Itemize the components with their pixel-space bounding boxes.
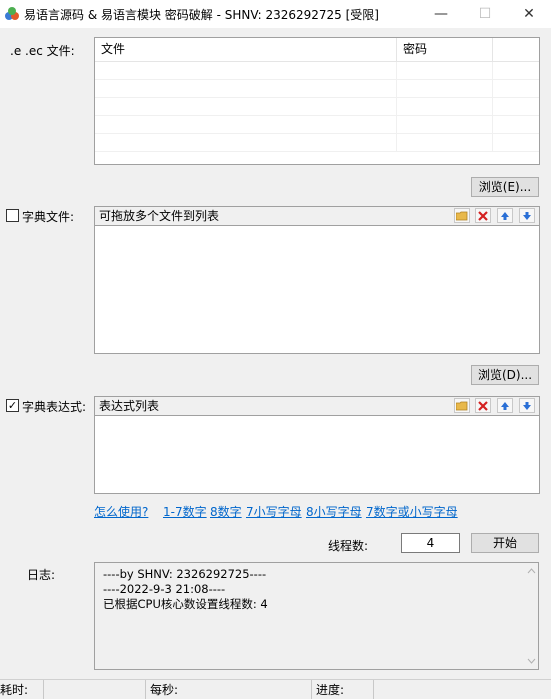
column-file[interactable]: 文件 <box>95 38 397 62</box>
expr-delete-button[interactable] <box>475 398 491 413</box>
dict-delete-button[interactable] <box>475 208 491 223</box>
thread-count-input[interactable]: 4 <box>401 533 460 553</box>
delete-icon <box>478 210 488 221</box>
link-7-lowercase[interactable]: 7小写字母 <box>246 503 302 520</box>
log-line: 已根据CPU核心数设置线程数: 4 <box>103 597 268 611</box>
move-up-icon <box>501 401 509 410</box>
app-icon <box>5 7 19 20</box>
scroll-arrows-icon <box>527 568 536 664</box>
dict-up-button[interactable] <box>497 208 513 223</box>
minimize-icon: — <box>434 6 448 22</box>
expr-list[interactable] <box>94 416 540 494</box>
list-row <box>95 62 539 80</box>
status-per-second: 每秒: <box>146 680 312 699</box>
column-filler <box>493 38 539 62</box>
link-how-to-use[interactable]: 怎么使用? <box>94 503 148 520</box>
log-line: ----by SHNV: 2326292725---- <box>103 567 267 581</box>
link-7-digit-or-lowercase[interactable]: 7数字或小写字母 <box>366 503 458 520</box>
link-8-lowercase[interactable]: 8小写字母 <box>306 503 362 520</box>
expr-down-button[interactable] <box>519 398 535 413</box>
dict-file-list[interactable] <box>94 226 540 354</box>
maximize-icon: ☐ <box>478 6 492 22</box>
dict-down-button[interactable] <box>519 208 535 223</box>
log-textarea[interactable]: ----by SHNV: 2326292725---- ----2022-9-3… <box>94 562 539 670</box>
move-up-icon <box>501 211 509 220</box>
list-row <box>95 80 539 98</box>
expr-list-title: 表达式列表 <box>99 399 160 413</box>
status-progress-value <box>374 680 551 699</box>
status-elapsed-value <box>44 680 146 699</box>
log-label: 日志: <box>27 568 56 582</box>
move-down-icon <box>523 401 531 410</box>
browse-e-button[interactable]: 浏览(E)... <box>471 177 539 197</box>
link-8-digits[interactable]: 8数字 <box>210 503 242 520</box>
dict-expr-checkbox[interactable]: ✓ <box>6 399 19 412</box>
thread-count-label: 线程数: <box>328 539 369 553</box>
status-progress: 进度: <box>312 680 374 699</box>
list-row <box>95 98 539 116</box>
window-title: 易语言源码 & 易语言模块 密码破解 - SHNV: 2326292725 [受… <box>24 8 379 22</box>
close-button[interactable]: ✕ <box>507 0 551 28</box>
start-button[interactable]: 开始 <box>471 533 539 553</box>
maximize-button: ☐ <box>463 0 507 28</box>
expr-add-button[interactable] <box>454 398 470 413</box>
log-line: ----2022-9-3 21:08---- <box>103 582 226 596</box>
expr-list-header: 表达式列表 <box>94 396 540 416</box>
title-bar[interactable]: 易语言源码 & 易语言模块 密码破解 - SHNV: 2326292725 [受… <box>0 0 551 28</box>
close-icon: ✕ <box>523 6 535 22</box>
dict-file-label: 字典文件: <box>22 210 75 224</box>
dict-list-header: 可拖放多个文件到列表 <box>94 206 540 226</box>
status-bar: 耗时: 每秒: 进度: <box>0 679 551 699</box>
move-down-icon <box>523 211 531 220</box>
dict-add-button[interactable] <box>454 208 470 223</box>
expr-up-button[interactable] <box>497 398 513 413</box>
file-list-header: 文件 密码 <box>95 38 539 62</box>
list-row <box>95 134 539 152</box>
list-row <box>95 116 539 134</box>
log-scrollbar[interactable] <box>526 566 537 666</box>
dict-file-checkbox[interactable] <box>6 209 19 222</box>
minimize-button[interactable]: — <box>419 0 463 28</box>
status-elapsed: 耗时: <box>0 680 44 699</box>
folder-icon <box>456 211 468 220</box>
link-1-7-digits[interactable]: 1-7数字 <box>163 503 207 520</box>
file-list[interactable]: 文件 密码 <box>94 37 540 165</box>
delete-icon <box>478 400 488 411</box>
browse-d-button[interactable]: 浏览(D)... <box>471 365 539 385</box>
column-password[interactable]: 密码 <box>397 38 493 62</box>
folder-icon <box>456 401 468 410</box>
file-label: .e .ec 文件: <box>10 44 75 58</box>
dict-expr-label: 字典表达式: <box>22 400 87 414</box>
dict-list-hint: 可拖放多个文件到列表 <box>99 209 220 223</box>
